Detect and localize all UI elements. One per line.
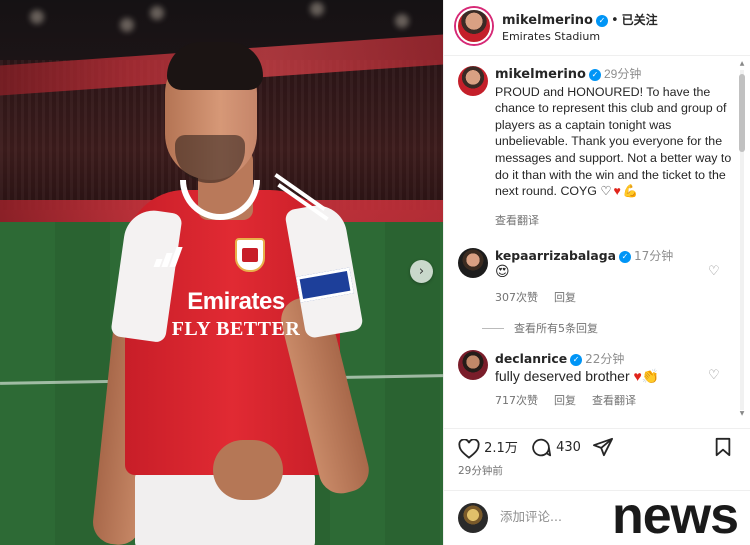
post-actions: 2.1万 430 29分钟前 xyxy=(444,428,750,486)
sponsor-line-1: Emirates xyxy=(187,288,285,315)
comment-count: 430 xyxy=(556,440,581,455)
post-photo: Emirates FLY BETTER › xyxy=(0,0,443,545)
club-crest-icon xyxy=(235,238,265,272)
author-avatar[interactable] xyxy=(456,8,492,44)
paper-plane-icon xyxy=(593,437,613,457)
sponsor-line-2: FLY BETTER xyxy=(171,318,301,340)
comment-header: kepaarrizabalaga ✓ 17分钟 xyxy=(495,247,673,264)
view-replies-label: 查看所有5条回复 xyxy=(514,322,598,335)
comment-like-heart-icon[interactable]: ♡ xyxy=(708,264,720,279)
caption-time: 29分钟 xyxy=(604,67,642,81)
comment-like-heart-icon[interactable]: ♡ xyxy=(708,368,720,383)
red-heart-icon: ♥ xyxy=(633,368,642,384)
save-button[interactable] xyxy=(714,437,732,457)
comments-scroll-area[interactable]: mikelmerino ✓ 29分钟 PROUD and HONOURED! To … xyxy=(444,56,744,428)
caption: mikelmerino ✓ 29分钟 PROUD and HONOURED! To … xyxy=(495,66,733,200)
share-button[interactable] xyxy=(592,437,614,457)
view-replies-button[interactable]: 查看所有5条回复 xyxy=(482,320,598,336)
caption-username[interactable]: mikelmerino xyxy=(495,67,586,82)
heart-icon xyxy=(458,437,480,459)
caption-text: PROUD and HONOURED! To have the chance t… xyxy=(495,84,732,199)
comment-avatar[interactable] xyxy=(458,248,488,278)
clapping-hands-icon: 👏 xyxy=(641,368,660,384)
comment-like-count[interactable]: 307次赞 xyxy=(495,291,538,304)
white-heart-icon: ♡ xyxy=(600,184,614,199)
caption-emojis: ♡♥💪 xyxy=(600,184,640,198)
comment-username[interactable]: kepaarrizabalaga xyxy=(495,248,616,263)
separator-dot: • xyxy=(611,13,619,28)
comment-meta: 307次赞 回复 xyxy=(495,289,592,305)
comment-meta: 717次赞 回复 查看翻译 xyxy=(495,392,652,408)
comment-text: 😍 xyxy=(495,264,510,280)
scrollbar-thumb[interactable] xyxy=(739,74,745,152)
comment-body: fully deserved brother xyxy=(495,368,630,384)
comment-button[interactable]: 430 xyxy=(530,437,581,458)
comment-time: 17分钟 xyxy=(634,249,674,263)
replies-divider xyxy=(482,328,504,329)
author-username[interactable]: mikelmerino xyxy=(502,13,593,28)
like-button[interactable]: 2.1万 xyxy=(458,437,518,459)
comment-header: declanrice ✓ 22分钟 xyxy=(495,350,624,367)
verified-icon: ✓ xyxy=(596,15,608,27)
scroll-down-arrow-icon[interactable]: ▼ xyxy=(738,410,746,418)
comment-see-translation[interactable]: 查看翻译 xyxy=(592,394,636,407)
post-timestamp[interactable]: 29分钟前 xyxy=(458,463,503,478)
post-header: mikelmerino ✓ • 已关注 Emirates Stadium xyxy=(444,0,750,56)
comment-reply-button[interactable]: 回复 xyxy=(554,291,576,304)
red-heart-icon: ♥ xyxy=(613,184,623,199)
scrollbar[interactable]: ▲ ▼ xyxy=(738,60,746,420)
player-hand xyxy=(213,440,283,500)
verified-icon: ✓ xyxy=(619,251,632,263)
post-location[interactable]: Emirates Stadium xyxy=(502,30,600,43)
post-panel: mikelmerino ✓ • 已关注 Emirates Stadium mikelm… xyxy=(443,0,750,545)
caption-author-avatar[interactable] xyxy=(458,66,488,96)
next-photo-button[interactable]: › xyxy=(410,260,433,283)
comment-bubble-icon xyxy=(532,438,552,457)
player-figure: Emirates FLY BETTER xyxy=(90,40,374,545)
caption-see-translation[interactable]: 查看翻译 xyxy=(495,212,539,228)
like-count: 2.1万 xyxy=(484,441,518,456)
verified-icon: ✓ xyxy=(589,69,601,81)
news-watermark: news xyxy=(612,487,739,545)
scroll-up-arrow-icon[interactable]: ▲ xyxy=(738,60,746,68)
flexed-biceps-icon: 💪 xyxy=(622,184,641,199)
comment-like-count[interactable]: 717次赞 xyxy=(495,394,538,407)
comment-reply-button[interactable]: 回复 xyxy=(554,394,576,407)
viewer-avatar xyxy=(458,503,488,533)
comment-avatar[interactable] xyxy=(458,350,488,380)
comment-text: fully deserved brother ♥👏 xyxy=(495,368,659,385)
player-hair xyxy=(167,42,263,90)
header-user-line: mikelmerino ✓ • 已关注 xyxy=(502,11,658,28)
follow-status-button[interactable]: 已关注 xyxy=(622,13,658,27)
bookmark-icon xyxy=(715,437,731,457)
kit-brand-icon xyxy=(153,245,183,267)
comment-username[interactable]: declanrice xyxy=(495,351,567,366)
verified-icon: ✓ xyxy=(570,354,583,366)
shirt-sponsor: Emirates FLY BETTER xyxy=(151,288,321,341)
comment-time: 22分钟 xyxy=(585,352,625,366)
